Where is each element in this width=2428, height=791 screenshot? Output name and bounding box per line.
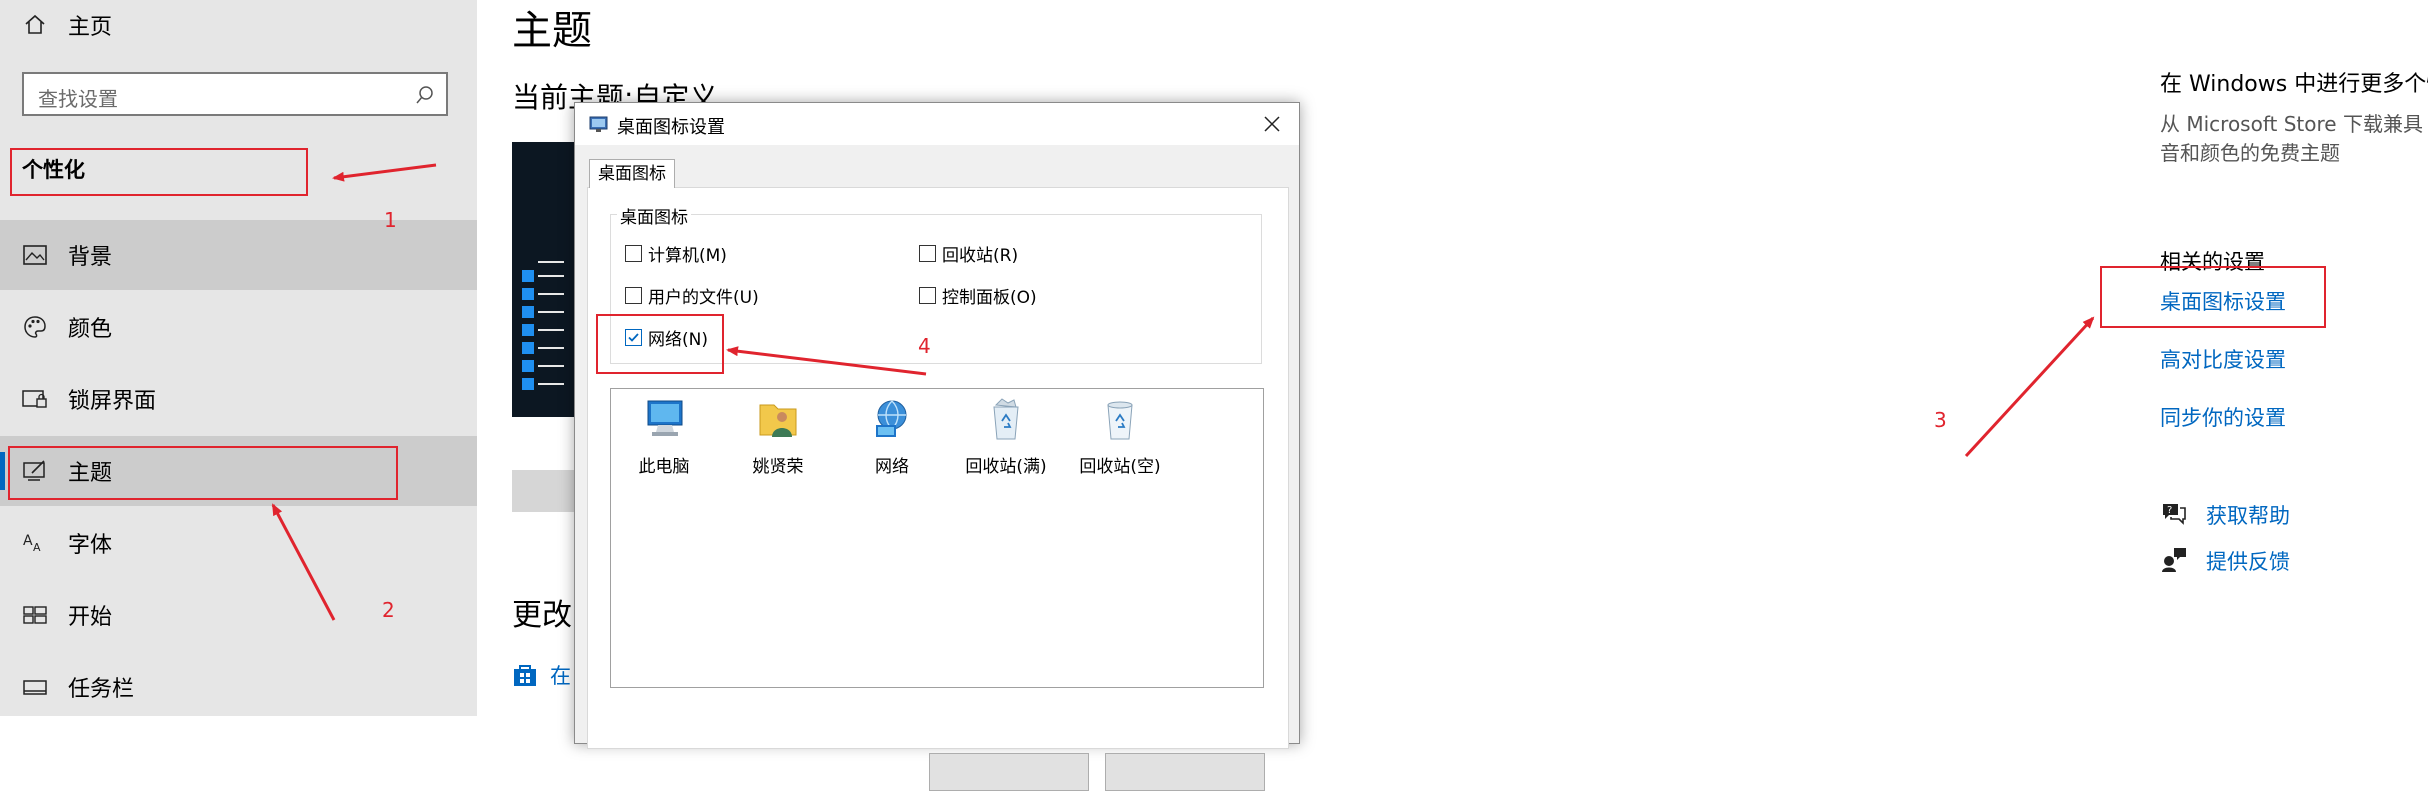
high-contrast-settings-link[interactable]: 高对比度设置	[2160, 344, 2286, 374]
checkbox-control-panel[interactable]: 控制面板(O)	[919, 283, 1037, 308]
dialog-button[interactable]	[1105, 753, 1265, 791]
sidebar-item-fonts[interactable]: AA 字体	[0, 508, 477, 578]
picture-icon	[20, 240, 50, 270]
sidebar-item-background[interactable]: 背景	[0, 220, 477, 290]
sidebar-item-start[interactable]: 开始	[0, 580, 477, 650]
icon-label: 回收站(空)	[1079, 457, 1161, 477]
checkbox-user-files[interactable]: 用户的文件(U)	[625, 283, 759, 308]
font-icon: AA	[20, 528, 50, 558]
selection-indicator	[0, 452, 5, 490]
page-title: 主题	[512, 8, 592, 54]
store-link[interactable]: 在	[512, 660, 571, 693]
sidebar-item-colors[interactable]: 颜色	[0, 292, 477, 362]
icon-label: 回收站(满)	[965, 457, 1047, 477]
svg-text:A: A	[33, 541, 41, 554]
checkbox-box	[625, 245, 642, 262]
taskbar-icon	[20, 672, 50, 702]
nav-home[interactable]: 主页	[0, 0, 477, 58]
search-settings-input[interactable]: 查找设置	[22, 72, 448, 116]
icon-label: 姚贤荣	[752, 457, 804, 477]
annotation-number-3: 3	[1934, 408, 1947, 432]
store-link-text: 在	[550, 664, 571, 688]
dialog-button[interactable]	[929, 753, 1089, 791]
annotation-box-3	[2100, 266, 2326, 328]
checkbox-label: 计算机(M)	[648, 246, 727, 266]
feedback-link: 提供反馈	[2206, 550, 2290, 574]
dialog-title: 桌面图标设置	[617, 117, 725, 138]
theme-preview-bar	[512, 470, 582, 512]
theme-preview[interactable]	[512, 142, 582, 417]
dialog-body: 桌面图标 桌面图标 计算机(M) 回收站(R) 用户的文件(U) 控制面板(O)…	[575, 145, 1299, 791]
sidebar-item-label: 背景	[68, 245, 113, 270]
sidebar-item-taskbar[interactable]: 任务栏	[0, 652, 477, 722]
annotation-arrow-3	[1964, 316, 2095, 458]
sidebar-item-label: 字体	[68, 533, 113, 558]
annotation-box-1	[10, 148, 308, 196]
tab-panel: 桌面图标 计算机(M) 回收站(R) 用户的文件(U) 控制面板(O) 网络(N…	[587, 187, 1289, 749]
palette-icon	[20, 312, 50, 342]
close-icon[interactable]	[1257, 109, 1287, 139]
network-icon	[876, 400, 907, 437]
search-icon	[414, 84, 436, 110]
right-panel-heading: 在 Windows 中进行更多个性	[2160, 72, 2428, 97]
checkbox-recycle-bin[interactable]: 回收站(R)	[919, 241, 1018, 266]
annotation-number-4: 4	[918, 334, 931, 358]
theme-preview-image	[512, 142, 582, 417]
sidebar-item-label: 任务栏	[68, 677, 135, 702]
store-icon	[512, 662, 538, 693]
right-panel-description: 音和颜色的免费主题	[2160, 141, 2340, 165]
this-pc-icon	[647, 400, 683, 436]
start-icon	[20, 600, 50, 630]
desktop-settings-app-icon	[589, 114, 609, 138]
checkbox-box	[919, 245, 936, 262]
sidebar-item-lock-screen[interactable]: 锁屏界面	[0, 364, 477, 434]
icon-recycle-bin-empty[interactable]: 回收站(空)	[1065, 395, 1175, 477]
group-label: 桌面图标	[617, 203, 691, 228]
user-folder-icon	[759, 404, 797, 437]
annotation-box-4	[596, 314, 724, 374]
right-panel-description: 从 Microsoft Store 下载兼具	[2160, 112, 2423, 136]
home-icon	[20, 10, 50, 40]
settings-sidebar: 主页 查找设置 个性化 背景 颜色 锁屏界面 主题 AA 字体 开始 任务栏	[0, 0, 477, 716]
lock-screen-icon	[20, 384, 50, 414]
icon-recycle-bin-full[interactable]: 回收站(满)	[951, 395, 1061, 477]
checkbox-computer[interactable]: 计算机(M)	[625, 241, 727, 266]
svg-text:?: ?	[2167, 505, 2172, 516]
recycle-bin-empty-icon	[1107, 401, 1133, 440]
desktop-icon-list[interactable]: 此电脑 姚贤荣 网络 回收站(满) 回收站(空)	[610, 388, 1264, 688]
sidebar-item-label: 颜色	[68, 317, 113, 342]
feedback-row[interactable]: 提供反馈	[2160, 546, 2290, 576]
recycle-bin-full-icon	[993, 398, 1019, 440]
get-help-row[interactable]: ? 获取帮助	[2160, 500, 2290, 530]
help-icon: ?	[2160, 500, 2188, 530]
icon-label: 网络	[875, 457, 909, 477]
svg-text:A: A	[23, 533, 33, 549]
checkbox-label: 回收站(R)	[942, 246, 1019, 266]
sidebar-item-label: 锁屏界面	[68, 389, 157, 414]
search-placeholder: 查找设置	[38, 87, 118, 111]
dialog-titlebar[interactable]: 桌面图标设置	[575, 103, 1299, 145]
change-theme-heading: 更改	[512, 598, 572, 633]
icon-user-folder[interactable]: 姚贤荣	[723, 395, 833, 477]
annotation-box-2	[8, 446, 398, 500]
nav-home-label: 主页	[68, 15, 113, 40]
annotation-number-1: 1	[384, 208, 397, 232]
checkbox-box	[919, 287, 936, 304]
tab-desktop-icons[interactable]: 桌面图标	[589, 159, 675, 188]
get-help-link: 获取帮助	[2206, 504, 2290, 528]
icon-this-pc[interactable]: 此电脑	[609, 395, 719, 477]
sync-settings-link[interactable]: 同步你的设置	[2160, 402, 2286, 432]
annotation-number-2: 2	[382, 598, 395, 622]
desktop-icon-settings-dialog: 桌面图标设置 桌面图标 桌面图标 计算机(M) 回收站(R) 用户的文件(U)	[574, 102, 1300, 791]
feedback-icon	[2160, 546, 2188, 576]
icon-label: 此电脑	[638, 457, 690, 477]
checkbox-label: 用户的文件(U)	[648, 288, 759, 308]
sidebar-item-label: 开始	[68, 605, 113, 630]
checkbox-label: 控制面板(O)	[942, 288, 1037, 308]
checkbox-box	[625, 287, 642, 304]
icon-network[interactable]: 网络	[837, 395, 947, 477]
